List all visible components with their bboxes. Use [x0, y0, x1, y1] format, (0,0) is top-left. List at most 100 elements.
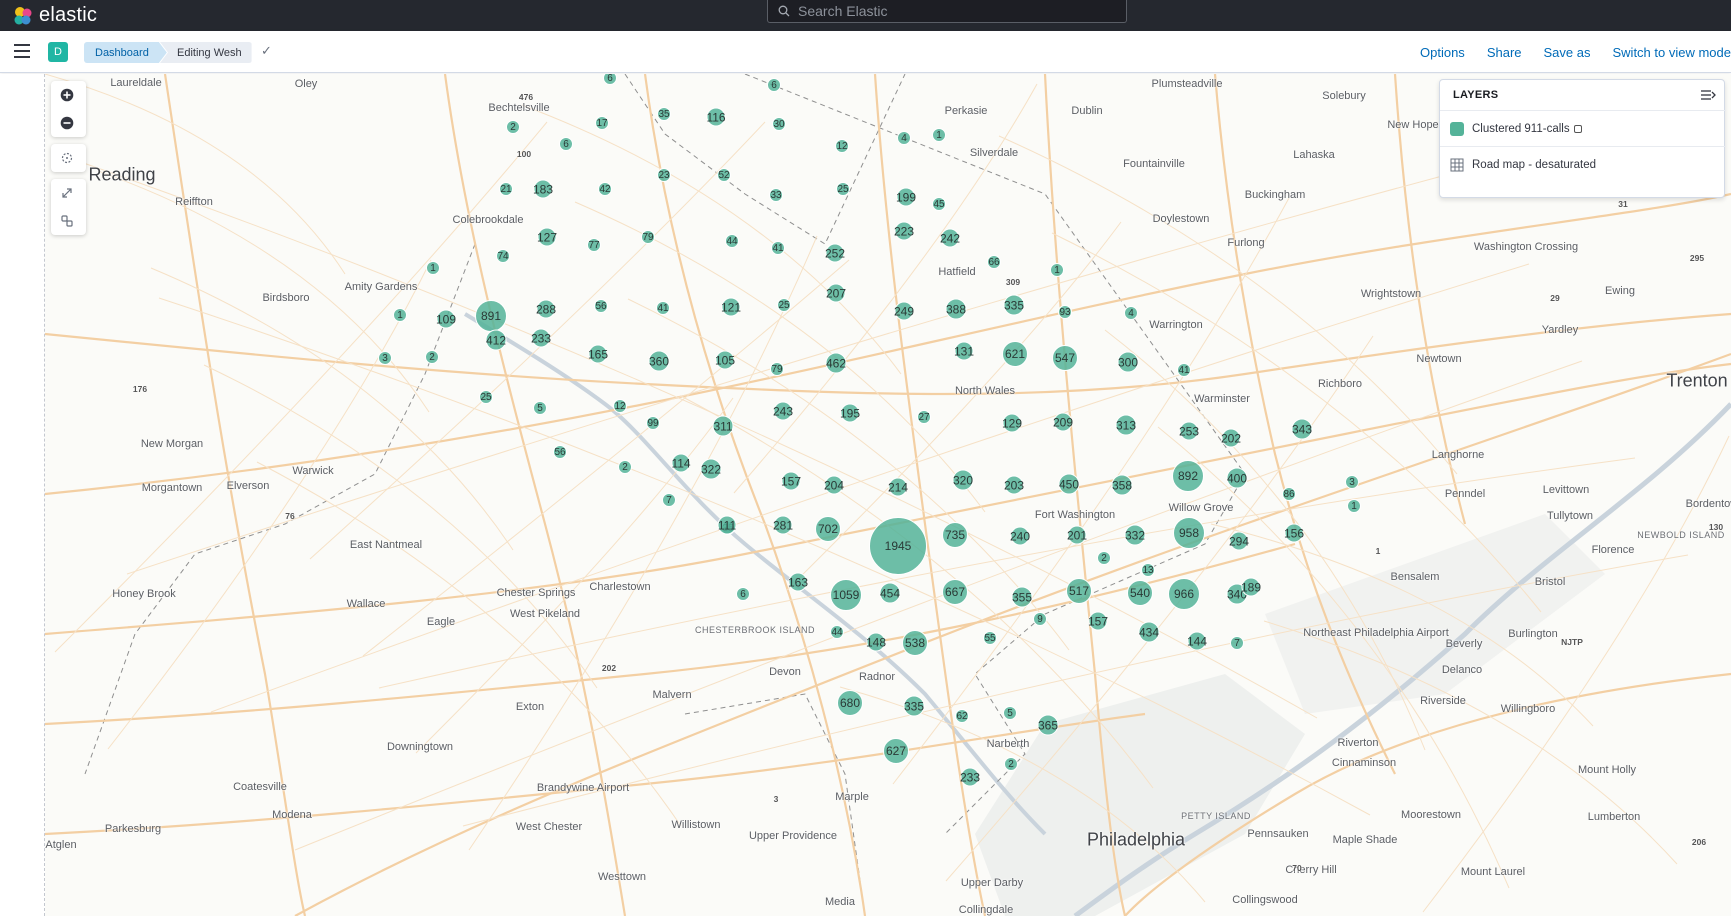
- cluster-marker[interactable]: 6: [767, 78, 781, 92]
- cluster-marker[interactable]: 214: [888, 477, 908, 497]
- cluster-marker[interactable]: 41: [656, 301, 670, 315]
- cluster-marker[interactable]: 343: [1291, 418, 1313, 440]
- cluster-marker[interactable]: 52: [717, 168, 731, 182]
- cluster-marker[interactable]: 77: [587, 238, 601, 252]
- cluster-marker[interactable]: 62: [955, 709, 969, 723]
- cluster-marker[interactable]: 79: [770, 362, 784, 376]
- switch-to-view-mode-link[interactable]: Switch to view mode: [1613, 45, 1731, 60]
- cluster-marker[interactable]: 680: [837, 690, 863, 716]
- collapse-panel-icon[interactable]: [1700, 88, 1716, 102]
- cluster-marker[interactable]: 240: [1010, 526, 1030, 546]
- cluster-marker[interactable]: 547: [1052, 345, 1078, 371]
- cluster-marker[interactable]: 358: [1111, 474, 1133, 496]
- cluster-marker[interactable]: 203: [1004, 475, 1024, 495]
- layer-row-road-map[interactable]: Road map - desaturated: [1440, 146, 1726, 182]
- cluster-marker[interactable]: 1: [426, 261, 440, 275]
- cluster-marker[interactable]: 9: [1033, 612, 1047, 626]
- cluster-marker[interactable]: 163: [788, 572, 808, 592]
- cluster-marker[interactable]: 6: [736, 587, 750, 601]
- cluster-marker[interactable]: 322: [700, 458, 722, 480]
- cluster-marker[interactable]: 294: [1229, 531, 1249, 551]
- cluster-marker[interactable]: 144: [1187, 631, 1207, 651]
- cluster-marker[interactable]: 109: [436, 309, 456, 329]
- cluster-marker[interactable]: 252: [825, 243, 845, 263]
- cluster-marker[interactable]: 17: [595, 116, 609, 130]
- cluster-marker[interactable]: 114: [671, 453, 691, 473]
- cluster-marker[interactable]: 2: [1004, 757, 1018, 771]
- cluster-marker[interactable]: 55: [983, 631, 997, 645]
- map-canvas[interactable]: Reading Philadelphia Trenton Laureldale Oley…: [45, 74, 1731, 916]
- cluster-marker[interactable]: 201: [1067, 525, 1087, 545]
- cluster-marker[interactable]: 23: [657, 168, 671, 182]
- cluster-marker[interactable]: 199: [896, 187, 916, 207]
- cluster-marker[interactable]: 93: [1058, 305, 1072, 319]
- cluster-marker[interactable]: 44: [725, 234, 739, 248]
- cluster-marker[interactable]: 243: [773, 401, 793, 421]
- cluster-marker[interactable]: 157: [1088, 611, 1108, 631]
- cluster-marker[interactable]: 41: [1177, 363, 1191, 377]
- cluster-marker[interactable]: 25: [777, 298, 791, 312]
- cluster-marker[interactable]: 56: [553, 445, 567, 459]
- cluster-marker[interactable]: 3: [378, 351, 392, 365]
- cluster-marker[interactable]: 365: [1037, 714, 1059, 736]
- breadcrumb-dashboard[interactable]: Dashboard: [84, 42, 167, 63]
- cluster-marker[interactable]: 627: [883, 738, 909, 764]
- cluster-marker[interactable]: 2: [1097, 551, 1111, 565]
- cluster-marker[interactable]: 116: [706, 107, 726, 127]
- cluster-marker[interactable]: 540: [1127, 580, 1153, 606]
- cluster-marker[interactable]: 434: [1138, 621, 1160, 643]
- cluster-marker[interactable]: 35: [657, 107, 671, 121]
- cluster-marker[interactable]: 7: [1230, 636, 1244, 650]
- cluster-marker[interactable]: 1059: [830, 579, 862, 611]
- cluster-marker[interactable]: 6: [559, 137, 573, 151]
- cluster-marker[interactable]: 4: [897, 131, 911, 145]
- cluster-marker[interactable]: 412: [485, 329, 507, 351]
- cluster-marker[interactable]: 1: [1347, 499, 1361, 513]
- cluster-marker[interactable]: 202: [1221, 428, 1241, 448]
- cluster-marker[interactable]: 311: [712, 415, 734, 437]
- cluster-marker[interactable]: 157: [781, 471, 801, 491]
- cluster-marker[interactable]: 281: [773, 515, 793, 535]
- cluster-marker[interactable]: 332: [1124, 524, 1146, 546]
- options-link[interactable]: Options: [1420, 45, 1465, 60]
- cluster-marker[interactable]: 25: [479, 390, 493, 404]
- cluster-marker[interactable]: 209: [1053, 412, 1073, 432]
- cluster-marker[interactable]: 183: [533, 179, 553, 199]
- cluster-marker[interactable]: 233: [531, 328, 551, 348]
- draw-shape-button[interactable]: [51, 179, 83, 207]
- cluster-marker[interactable]: 86: [1282, 487, 1296, 501]
- cluster-marker[interactable]: 2: [506, 120, 520, 134]
- cluster-marker[interactable]: 79: [641, 230, 655, 244]
- cluster-marker[interactable]: 253: [1179, 421, 1199, 441]
- menu-icon[interactable]: [14, 44, 30, 58]
- cluster-marker[interactable]: 3: [1345, 475, 1359, 489]
- cluster-marker[interactable]: 204: [824, 475, 844, 495]
- cluster-marker[interactable]: 66: [987, 255, 1001, 269]
- save-as-link[interactable]: Save as: [1544, 45, 1591, 60]
- cluster-marker[interactable]: 4: [1124, 306, 1138, 320]
- cluster-marker[interactable]: 45: [932, 197, 946, 211]
- cluster-marker[interactable]: 74: [496, 249, 510, 263]
- cluster-marker[interactable]: 99: [646, 416, 660, 430]
- cluster-marker[interactable]: 966: [1168, 578, 1200, 610]
- cluster-marker[interactable]: 892: [1172, 460, 1204, 492]
- cluster-marker[interactable]: 313: [1115, 414, 1137, 436]
- cluster-marker[interactable]: 538: [902, 630, 928, 656]
- layer-row-clustered-calls[interactable]: Clustered 911-calls: [1440, 110, 1726, 146]
- cluster-marker[interactable]: 1: [1050, 263, 1064, 277]
- cluster-marker[interactable]: 958: [1173, 517, 1205, 549]
- cluster-marker[interactable]: 42: [598, 182, 612, 196]
- layer-toggle-icon[interactable]: [1573, 124, 1582, 133]
- cluster-marker[interactable]: 517: [1066, 578, 1092, 604]
- cluster-marker[interactable]: 44: [830, 625, 844, 639]
- zoom-out-button[interactable]: [51, 109, 83, 137]
- cluster-marker[interactable]: 156: [1284, 523, 1304, 543]
- share-link[interactable]: Share: [1487, 45, 1522, 60]
- cluster-marker[interactable]: 30: [772, 117, 786, 131]
- cluster-marker[interactable]: 667: [942, 579, 968, 605]
- cluster-marker[interactable]: 105: [715, 350, 735, 370]
- cluster-marker[interactable]: 1945: [869, 517, 927, 575]
- cluster-marker[interactable]: 129: [1002, 413, 1022, 433]
- cluster-marker[interactable]: 223: [894, 221, 914, 241]
- cluster-marker[interactable]: 27: [917, 410, 931, 424]
